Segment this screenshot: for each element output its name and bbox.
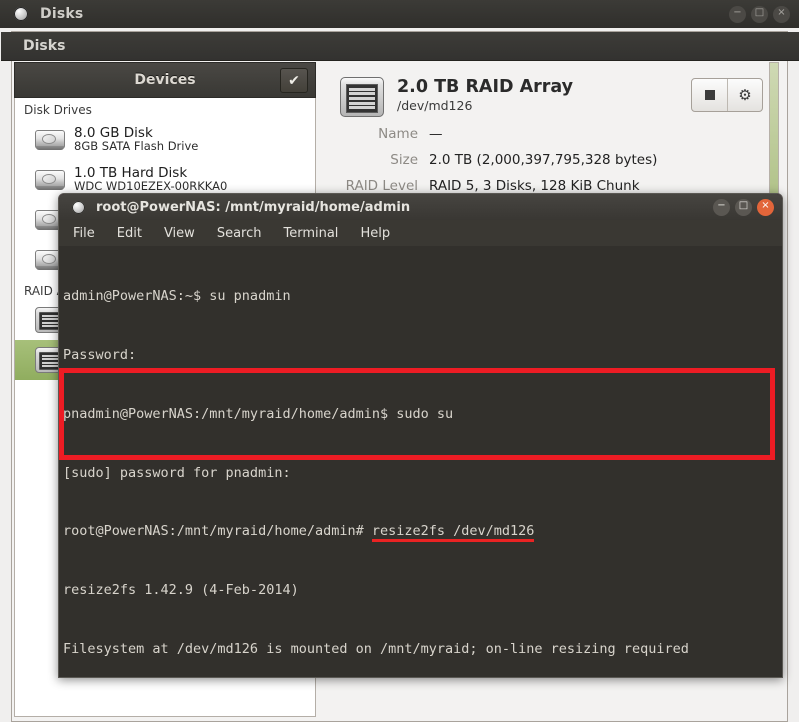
detail-key: Size — [390, 152, 418, 168]
devices-header-label: Devices — [134, 72, 196, 88]
group-label-disk-drives: Disk Drives — [24, 103, 92, 117]
list-item-title: 1.0 TB Hard Disk — [74, 164, 188, 181]
detail-value: RAID 5, 3 Disks, 128 KiB Chunk — [429, 178, 640, 194]
hdd-icon — [35, 128, 65, 151]
terminal-line: admin@PowerNAS:~$ su pnadmin — [63, 288, 291, 305]
shell-prompt: root@PowerNAS:/mnt/myraid/home/admin# — [63, 523, 372, 540]
raid-array-icon — [340, 77, 384, 117]
menu-item-edit[interactable]: Edit — [117, 226, 142, 241]
terminal-menubar[interactable]: File Edit View Search Terminal Help — [59, 220, 782, 246]
list-item-subtitle: WDC WD10EZEX-00RKKA0 — [74, 179, 228, 194]
terminal-line: resize2fs 1.42.9 (4-Feb-2014) — [63, 582, 299, 599]
top-panel-title: Disks — [40, 6, 84, 22]
terminal-window: root@PowerNAS: /mnt/myraid/home/admin − … — [58, 193, 783, 678]
detail-key: RAID Level — [345, 178, 418, 194]
minimize-button[interactable]: − — [713, 198, 730, 216]
terminal-line: pnadmin@PowerNAS:/mnt/myraid/home/admin$… — [63, 405, 454, 422]
app-dot-icon — [14, 7, 28, 21]
maximize-icon: □ — [754, 7, 765, 18]
top-panel-window-buttons[interactable]: − □ × — [729, 5, 790, 23]
terminal-title: root@PowerNAS: /mnt/myraid/home/admin — [96, 199, 411, 215]
app-menu-check-button[interactable]: ✔ — [280, 68, 308, 93]
terminal-command-line: root@PowerNAS:/mnt/myraid/home/admin# re… — [61, 522, 782, 543]
terminal-app-icon — [72, 200, 85, 214]
devices-header: Devices ✔ — [14, 62, 316, 98]
maximize-button[interactable]: □ — [751, 5, 768, 23]
minimize-icon: − — [717, 200, 726, 211]
page-title: 2.0 TB RAID Array — [397, 77, 574, 97]
close-button[interactable]: × — [757, 198, 774, 216]
maximize-icon: □ — [738, 200, 749, 211]
terminal-line: [sudo] password for pnadmin: — [63, 464, 291, 481]
array-settings-button[interactable]: ⚙ — [727, 79, 762, 111]
menu-item-file[interactable]: File — [73, 226, 95, 241]
detail-value: 2.0 TB (2,000,397,795,328 bytes) — [429, 152, 658, 168]
desktop-top-panel: Disks − □ × — [0, 0, 799, 28]
detail-row-size: Size 2.0 TB (2,000,397,795,328 bytes) — [340, 152, 777, 178]
list-item-text: 1.0 TB Hard Disk WDC WD10EZEX-00RKKA0 — [74, 164, 228, 194]
list-item-text: 8.0 GB Disk 8GB SATA Flash Drive — [74, 124, 199, 154]
minimize-icon: − — [733, 7, 742, 18]
details-title-block: 2.0 TB RAID Array /dev/md126 — [397, 77, 573, 113]
menu-item-help[interactable]: Help — [360, 226, 390, 241]
detail-row-name: Name — — [340, 126, 777, 152]
list-item[interactable]: 8.0 GB Disk 8GB SATA Flash Drive — [15, 119, 315, 159]
list-item-subtitle: 8GB SATA Flash Drive — [74, 139, 199, 154]
disks-window-header: Disks — [1, 32, 799, 61]
maximize-button[interactable]: □ — [735, 198, 752, 216]
stop-array-button[interactable] — [692, 79, 727, 111]
hdd-icon — [35, 168, 65, 191]
disks-window-title: Disks — [23, 38, 66, 54]
gear-icon: ⚙ — [738, 86, 752, 104]
details-action-buttons[interactable]: ⚙ — [691, 78, 763, 112]
terminal-line: Filesystem at /dev/md126 is mounted on /… — [63, 640, 689, 657]
minimize-button[interactable]: − — [729, 5, 746, 23]
menu-item-search[interactable]: Search — [217, 226, 262, 241]
terminal-titlebar[interactable]: root@PowerNAS: /mnt/myraid/home/admin − … — [59, 194, 782, 220]
check-icon: ✔ — [288, 72, 300, 89]
close-icon: × — [761, 200, 770, 211]
detail-value: — — [429, 126, 443, 142]
detail-key: Name — [378, 126, 418, 142]
list-item-title: 8.0 GB Disk — [74, 124, 153, 141]
menu-item-view[interactable]: View — [164, 226, 195, 241]
close-button[interactable]: × — [773, 5, 790, 23]
stop-square-icon — [704, 90, 715, 100]
device-path: /dev/md126 — [397, 98, 473, 114]
screen: Disks − □ × Disks Devices ✔ Disk Drives — [0, 0, 799, 722]
menu-item-terminal[interactable]: Terminal — [283, 226, 338, 241]
terminal-output-area[interactable]: admin@PowerNAS:~$ su pnadmin Password: p… — [59, 246, 782, 677]
close-icon: × — [777, 7, 786, 18]
terminal-window-buttons[interactable]: − □ × — [713, 198, 774, 216]
terminal-line: Password: — [63, 346, 137, 363]
highlighted-command: resize2fs /dev/md126 — [371, 523, 535, 543]
